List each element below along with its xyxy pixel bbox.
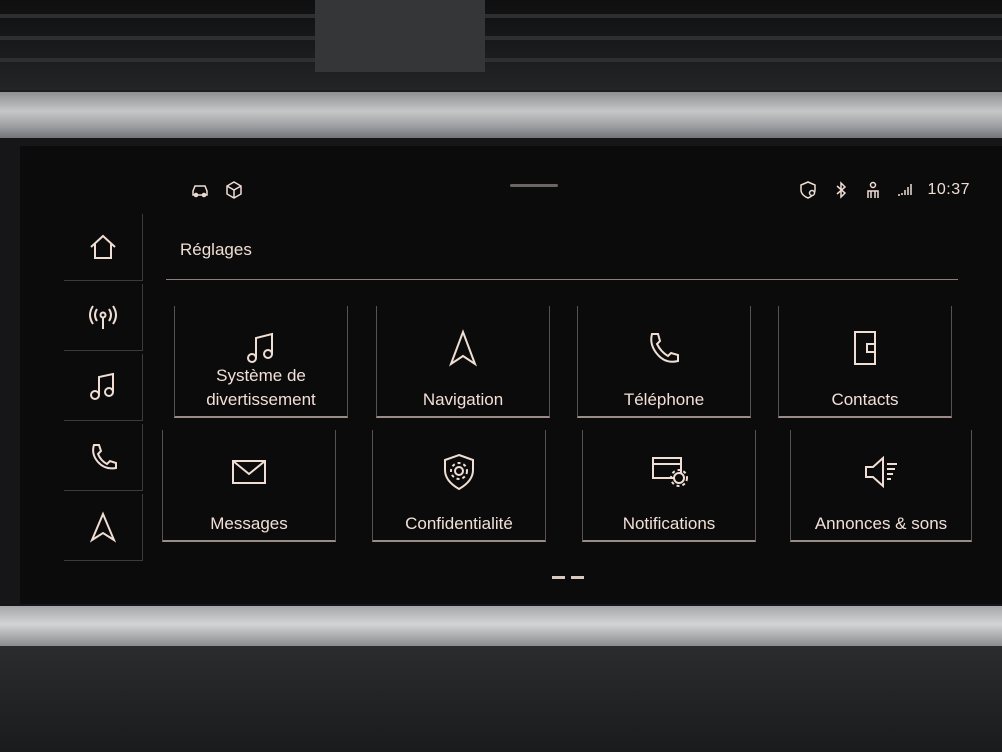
tile-label: Annonces & sons — [814, 514, 948, 533]
navigation-icon — [89, 511, 117, 543]
tile-navigation[interactable]: Navigation — [376, 306, 550, 418]
tile-notifications[interactable]: Notifications — [582, 430, 756, 542]
music-icon — [90, 372, 114, 400]
dashboard-trim-top — [0, 92, 1002, 140]
side-rail — [64, 214, 144, 566]
music-note-icon — [247, 332, 273, 363]
passenger-icon — [867, 181, 880, 198]
notification-gear-icon — [652, 457, 688, 487]
car-status-icon[interactable] — [190, 180, 210, 200]
air-vent — [0, 0, 1002, 90]
tile-label: Navigation — [422, 390, 504, 409]
privacy-location-icon[interactable] — [799, 180, 819, 200]
home-icon — [90, 234, 116, 259]
clock: 10:37 — [927, 181, 970, 198]
shield-gear-icon — [444, 453, 474, 491]
address-book-icon — [854, 331, 876, 365]
page-title: Réglages — [180, 240, 252, 259]
dashboard-trim-bottom — [0, 606, 1002, 646]
rail-radio[interactable] — [64, 284, 143, 351]
rail-phone[interactable] — [64, 424, 143, 491]
tile-messages[interactable]: Messages — [162, 430, 336, 542]
center-console — [0, 646, 1002, 752]
tile-label: Téléphone — [623, 390, 705, 409]
tile-label: Système de divertissement — [206, 366, 316, 409]
tile-label: Messages — [210, 514, 288, 533]
speaker-icon — [865, 455, 897, 489]
title-divider — [166, 279, 958, 280]
tile-contacts[interactable]: Contacts — [778, 306, 952, 418]
phone-handset-icon — [650, 333, 679, 363]
tile-telephone[interactable]: Téléphone — [577, 306, 751, 418]
lte-signal-icon — [898, 184, 913, 196]
envelope-icon — [232, 460, 266, 484]
tile-entertainment[interactable]: Système de divertissement — [174, 306, 348, 418]
bluetooth-icon — [836, 181, 847, 199]
tile-sounds[interactable]: Annonces & sons — [790, 430, 972, 542]
tile-label: Contacts — [831, 390, 899, 409]
status-bar: 10:37 — [170, 176, 970, 206]
rail-home[interactable] — [64, 214, 143, 281]
tile-label: Notifications — [622, 514, 716, 533]
page-dot[interactable] — [552, 576, 565, 579]
package-icon[interactable] — [224, 180, 244, 200]
infotainment-screen: 10:37 Réglages Système de divertissement… — [20, 146, 1002, 604]
navigation-arrow-icon — [448, 329, 478, 367]
tile-label: Confidentialité — [405, 514, 513, 533]
tile-privacy[interactable]: Confidentialité — [372, 430, 546, 542]
rail-music[interactable] — [64, 354, 143, 421]
phone-icon — [92, 444, 117, 470]
rail-navigation[interactable] — [64, 494, 143, 561]
page-dot[interactable] — [571, 576, 584, 579]
page-indicator — [552, 576, 584, 579]
radio-icon — [89, 305, 117, 329]
